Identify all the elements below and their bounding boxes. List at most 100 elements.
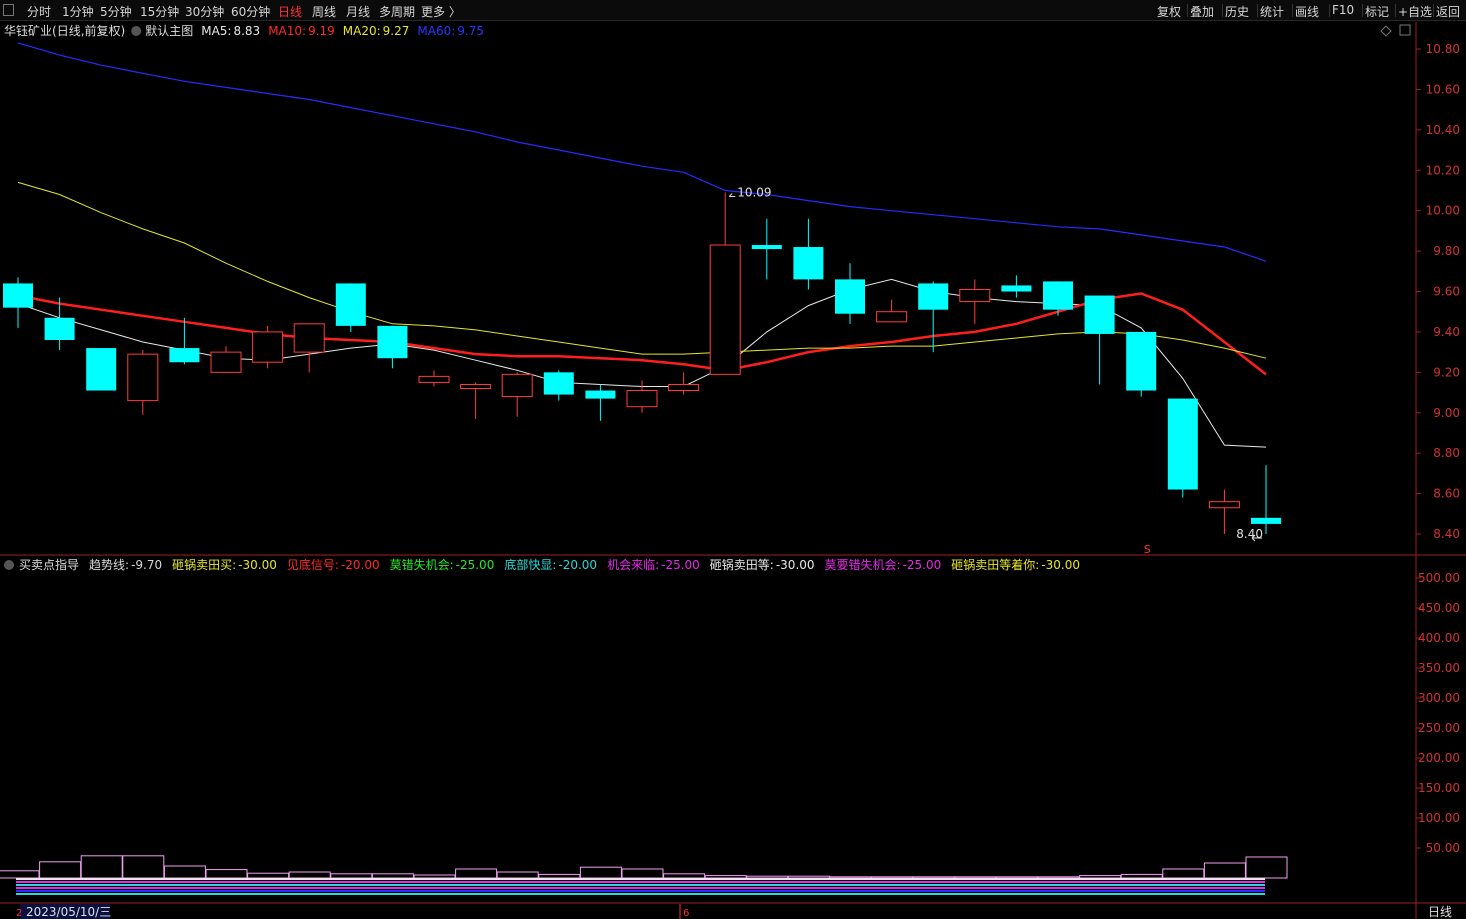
indicator-tick-label: 400.00 xyxy=(1418,631,1460,645)
stock-chart[interactable]: 10.80 10.60 10.40 10.20 10.00 9.80 9.60 9.40 9.2… xyxy=(0,0,1466,919)
candle-body-up xyxy=(876,311,908,323)
period-label: 日线 xyxy=(1428,905,1452,919)
indicator-bar xyxy=(1245,856,1288,879)
indicator-tick-label: 100.00 xyxy=(1418,811,1460,825)
ma-value: 9.27 xyxy=(383,24,410,38)
candle-body-down xyxy=(918,283,949,310)
candle-body-down xyxy=(585,390,616,399)
indicator-bar xyxy=(0,870,40,879)
indicator-label: 底部快显: xyxy=(504,557,556,572)
indicator-bar xyxy=(122,855,165,879)
indicator-tick-label: 300.00 xyxy=(1418,691,1460,705)
indicator-bar xyxy=(371,873,414,879)
indicator-name: 买卖点指导 xyxy=(19,557,79,572)
candle-body-down xyxy=(835,279,865,314)
candle-body-up xyxy=(1208,501,1240,509)
ma-line-ma60 xyxy=(17,42,1267,262)
candle-body-down xyxy=(3,283,33,308)
candle-body-down xyxy=(1084,295,1115,334)
time-marker-left: 2 xyxy=(16,908,22,919)
candle-body-up xyxy=(293,323,325,353)
candle-body-up xyxy=(709,244,741,375)
indicator-bar xyxy=(871,876,914,879)
candle-body-up xyxy=(127,353,159,402)
indicator-bar xyxy=(787,875,830,879)
candle-body-down xyxy=(751,245,782,250)
high-price-label: 10.09 xyxy=(737,185,771,199)
ma-value: 9.75 xyxy=(457,24,484,38)
indicator-bar xyxy=(205,869,248,879)
indicator-tick-label: 50.00 xyxy=(1426,841,1460,855)
indicator-bar xyxy=(39,861,82,879)
indicator-bar xyxy=(1203,862,1246,879)
indicator-label: 砸锅卖田买: xyxy=(172,557,236,572)
indicator-dropdown-icon[interactable] xyxy=(4,560,14,570)
diamond-icon[interactable] xyxy=(1380,25,1392,37)
indicator-bar xyxy=(496,871,539,879)
price-tick-label: 9.20 xyxy=(1433,365,1460,379)
indicator-bar xyxy=(288,871,331,879)
price-tick-label: 10.60 xyxy=(1426,82,1460,96)
indicator-bar xyxy=(538,873,581,879)
indicator-bar xyxy=(579,866,622,879)
indicator-bar xyxy=(1079,875,1122,879)
indicator-bar xyxy=(746,875,789,879)
indicator-value: -20.00 xyxy=(341,558,380,572)
indicator-tick-label: 500.00 xyxy=(1418,571,1460,585)
candle-body-down xyxy=(543,372,574,395)
ma-line-ma20 xyxy=(17,181,1267,359)
indicator-label: 莫要错失机会: xyxy=(825,557,901,572)
indicator-bar xyxy=(1120,873,1163,879)
candle-body-down xyxy=(1001,285,1032,292)
ma-label: MA20: xyxy=(343,24,381,38)
candle-body-down xyxy=(1251,517,1281,524)
indicator-tick-label: 250.00 xyxy=(1418,721,1460,735)
indicator-label: 莫错失机会: xyxy=(390,557,454,572)
candle-body-up xyxy=(460,383,492,390)
candle-body-down xyxy=(377,325,408,359)
indicator-tick-label: 200.00 xyxy=(1418,751,1460,765)
template-dropdown-icon[interactable] xyxy=(131,26,142,36)
price-tick-label: 8.60 xyxy=(1433,487,1460,501)
price-tick-label: 9.00 xyxy=(1433,406,1460,420)
indicator-value: -30.00 xyxy=(238,558,277,572)
candle-body-down xyxy=(44,317,75,340)
candle-body-down xyxy=(1167,398,1198,490)
indicator-bar xyxy=(912,876,955,879)
ma-label: MA10: xyxy=(268,24,306,38)
chart-mode: (日线,前复权) xyxy=(52,23,125,38)
indicator-bar xyxy=(621,868,664,879)
indicator-bar xyxy=(247,872,290,879)
candle-body-up xyxy=(501,373,533,398)
high-arrow-icon xyxy=(728,193,736,197)
date-label: 2023/05/10/三 xyxy=(26,905,111,919)
indicator-value: -25.00 xyxy=(903,558,942,572)
panel-menu-icon[interactable] xyxy=(1399,24,1411,36)
price-tick-label: 10.40 xyxy=(1426,123,1460,137)
candle-body-up xyxy=(668,383,700,392)
indicator-bar xyxy=(954,876,997,879)
candle-body-up xyxy=(252,331,284,363)
candle-body-down xyxy=(793,247,824,280)
indicator-label: 砸锅卖田等: xyxy=(710,557,774,572)
indicator-tick-label: 350.00 xyxy=(1418,661,1460,675)
indicator-tick-label: 150.00 xyxy=(1418,781,1460,795)
candle-body-up xyxy=(959,288,991,303)
indicator-bar xyxy=(455,868,498,879)
candle-body-down xyxy=(86,348,117,391)
stock-name: 华钰矿业 xyxy=(4,24,52,38)
candle-body-up xyxy=(210,351,242,373)
indicator-bar xyxy=(80,855,123,879)
price-tick-label: 10.80 xyxy=(1426,42,1460,56)
indicator-bar xyxy=(663,873,706,879)
indicator-bar xyxy=(1037,876,1080,879)
candle-body-down xyxy=(1126,331,1157,391)
price-tick-label: 8.40 xyxy=(1433,527,1460,541)
candle-body-up xyxy=(626,390,658,408)
candle-body-down xyxy=(335,283,366,326)
candle-body-up xyxy=(418,375,450,383)
indicator-label: 见底信号: xyxy=(287,557,339,572)
indicator-bar xyxy=(829,876,872,879)
ma-value: 9.19 xyxy=(308,24,335,38)
ma-label: MA5: xyxy=(201,24,231,38)
